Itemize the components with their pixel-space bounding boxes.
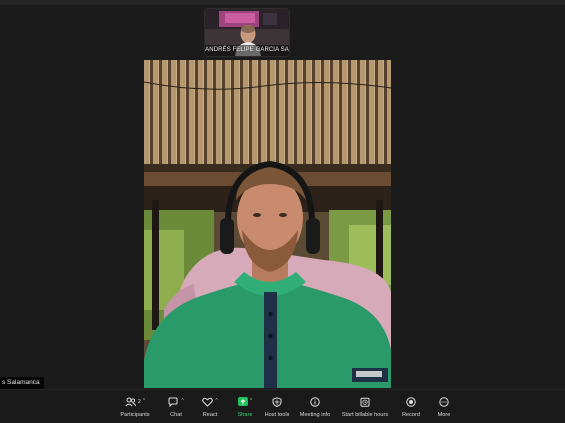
participants-count: 2 [137, 398, 141, 405]
host-tools-button[interactable]: Host tools [262, 394, 292, 422]
share-arrow-icon [237, 397, 248, 406]
react-caret-icon[interactable]: ^ [215, 399, 217, 404]
more-label: More [437, 412, 451, 418]
share-button[interactable]: ^ Share [232, 394, 258, 422]
main-participant-name: s Salamanca [0, 377, 44, 389]
chat-label: Chat [170, 412, 182, 418]
main-speaker-video[interactable] [144, 60, 391, 388]
react-label: React [202, 412, 218, 418]
react-button[interactable]: ^ React [198, 394, 222, 422]
chat-icon [168, 397, 178, 407]
participants-label: Participants [120, 412, 150, 418]
record-icon [406, 396, 416, 407]
participants-button[interactable]: 2 ^ Participants [116, 394, 154, 422]
meeting-info-button[interactable]: Meeting info [297, 394, 333, 422]
participants-caret-icon[interactable]: ^ [143, 399, 145, 404]
info-icon [310, 396, 320, 407]
heart-icon [202, 397, 214, 407]
chat-button[interactable]: ^ Chat [164, 394, 188, 422]
more-button[interactable]: More [432, 394, 456, 422]
thumbnail-participant-name: ANDRÉS FELIPE GARCIA SA [205, 45, 289, 56]
participants-icon [125, 397, 136, 406]
chat-caret-icon[interactable]: ^ [181, 399, 183, 404]
host-tools-label: Host tools [264, 412, 290, 418]
share-caret-icon[interactable]: ^ [250, 399, 252, 404]
main-video-frame [144, 60, 391, 388]
top-edge [0, 0, 565, 5]
shield-icon [272, 396, 282, 407]
start-billable-hours-button[interactable]: Start billable hours [338, 394, 392, 422]
video-meeting-window: ANDRÉS FELIPE GARCIA SA s Salamanca 2 ^ … [0, 0, 565, 423]
share-label: Share [237, 412, 253, 418]
record-button[interactable]: Record [398, 394, 424, 422]
participant-thumbnail[interactable]: ANDRÉS FELIPE GARCIA SA [205, 9, 289, 56]
record-label: Record [401, 412, 421, 418]
clock-icon [360, 397, 370, 407]
start-billable-hours-label: Start billable hours [341, 412, 389, 418]
meeting-toolbar: 2 ^ Participants ^ Chat ^ React ^ Share … [0, 389, 565, 423]
more-icon [439, 396, 449, 407]
meeting-info-label: Meeting info [299, 412, 331, 418]
